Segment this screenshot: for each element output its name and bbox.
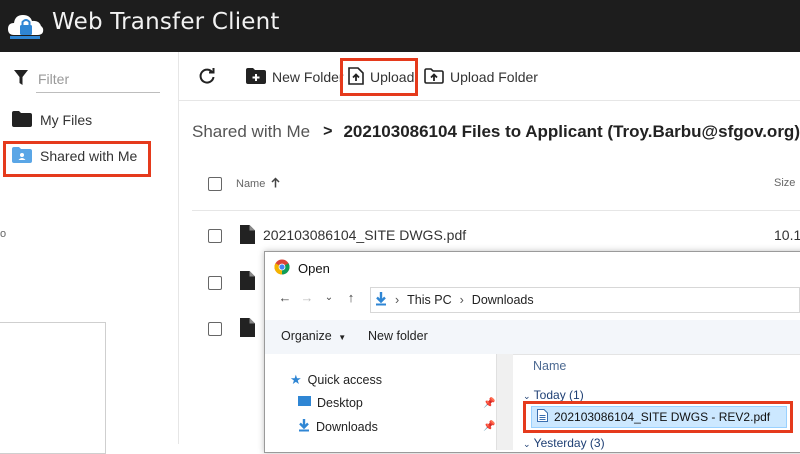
file-name[interactable]: 202103086104_SITE DWGS.pdf [263, 227, 466, 243]
organize-button[interactable]: Organize ▼ [281, 329, 346, 343]
chevron-right-icon: › [395, 293, 400, 307]
address-segment-downloads[interactable]: Downloads [472, 293, 534, 307]
chevron-right-icon: › [459, 293, 464, 307]
up-arrow-icon[interactable]: ↑ [340, 290, 362, 305]
dialog-title: Open [298, 261, 330, 276]
row-checkbox[interactable] [208, 229, 222, 243]
forward-arrow-icon[interactable]: → [296, 290, 318, 305]
pin-icon[interactable]: 📌 [483, 398, 495, 409]
dialog-navigation: ← → ⌄ ↑ [274, 290, 362, 305]
column-header-name[interactable]: Name [236, 177, 280, 191]
upload-folder-label: Upload Folder [450, 69, 538, 85]
download-icon [298, 419, 310, 435]
clipped-glyph: o [0, 228, 7, 240]
new-folder-icon [246, 67, 266, 87]
file-group-yesterday[interactable]: ⌄ Yesterday (3) [523, 436, 605, 450]
breadcrumb-separator: > [323, 123, 333, 140]
upload-folder-button[interactable]: Upload Folder [424, 64, 538, 90]
file-group-today[interactable]: ⌄ Today (1) [523, 388, 584, 402]
file-group-label: Yesterday (3) [533, 436, 605, 450]
upload-folder-icon [424, 67, 444, 87]
download-icon [375, 291, 387, 309]
nav-item-label: Desktop [317, 396, 363, 410]
recent-locations-chevron-icon[interactable]: ⌄ [318, 292, 340, 303]
organize-label: Organize [281, 329, 332, 343]
filter-icon [14, 70, 28, 91]
nav-item-label: Downloads [316, 420, 378, 434]
breadcrumb: Shared with Me > 202103086104 Files to A… [192, 122, 800, 142]
address-bar[interactable]: › This PC › Downloads [370, 287, 800, 313]
file-icon [240, 318, 255, 342]
file-group-label: Today (1) [533, 388, 584, 402]
column-header-size[interactable]: Size [774, 177, 795, 189]
row-checkbox[interactable] [208, 276, 222, 290]
folder-icon [12, 110, 32, 130]
row-checkbox[interactable] [208, 322, 222, 336]
refresh-button[interactable] [198, 64, 216, 90]
nav-item-quick-access[interactable]: ★ Quick access [290, 372, 382, 388]
new-folder-label: New Folder [272, 69, 344, 85]
breadcrumb-parent[interactable]: Shared with Me [192, 122, 310, 142]
select-all-checkbox[interactable] [208, 177, 222, 191]
file-size: 10.1 [774, 227, 800, 243]
sort-ascending-icon [271, 177, 280, 191]
background-window [0, 322, 106, 454]
cloud-lock-logo-icon [6, 5, 46, 45]
app-title: Web Transfer Client [52, 9, 280, 35]
filter-input[interactable] [36, 66, 160, 93]
star-icon: ★ [290, 372, 302, 387]
pin-icon[interactable]: 📌 [483, 421, 495, 432]
new-folder-button[interactable]: New Folder [246, 64, 344, 90]
nav-item-label: Quick access [307, 373, 382, 387]
file-icon [240, 225, 255, 249]
highlight-box-shared [3, 141, 151, 177]
highlight-box-upload [340, 58, 418, 96]
chevron-down-icon: ⌄ [523, 439, 531, 449]
dropdown-caret-icon: ▼ [338, 333, 347, 342]
address-segment-this-pc[interactable]: This PC [407, 293, 451, 307]
dialog-title-bar: Open [274, 259, 330, 278]
nav-item-desktop[interactable]: Desktop [298, 396, 363, 410]
back-arrow-icon[interactable]: ← [274, 290, 296, 305]
desktop-icon [298, 396, 311, 410]
divider [179, 100, 800, 101]
divider [192, 210, 800, 211]
nav-item-downloads[interactable]: Downloads [298, 419, 378, 435]
navigation-pane-scrollbar[interactable] [496, 354, 513, 450]
highlight-box-file [523, 401, 793, 433]
column-header-name-label: Name [236, 178, 266, 190]
dialog-new-folder-button[interactable]: New folder [368, 329, 428, 343]
sidebar-item-my-files[interactable]: My Files [12, 108, 92, 132]
chevron-down-icon: ⌄ [523, 391, 531, 401]
file-icon [240, 271, 255, 295]
breadcrumb-current: 202103086104 Files to Applicant (Troy.Ba… [343, 122, 800, 141]
file-list-column-name[interactable]: Name [533, 359, 566, 373]
chrome-icon [274, 259, 290, 278]
sidebar-item-label: My Files [40, 112, 93, 128]
refresh-icon [198, 67, 216, 88]
